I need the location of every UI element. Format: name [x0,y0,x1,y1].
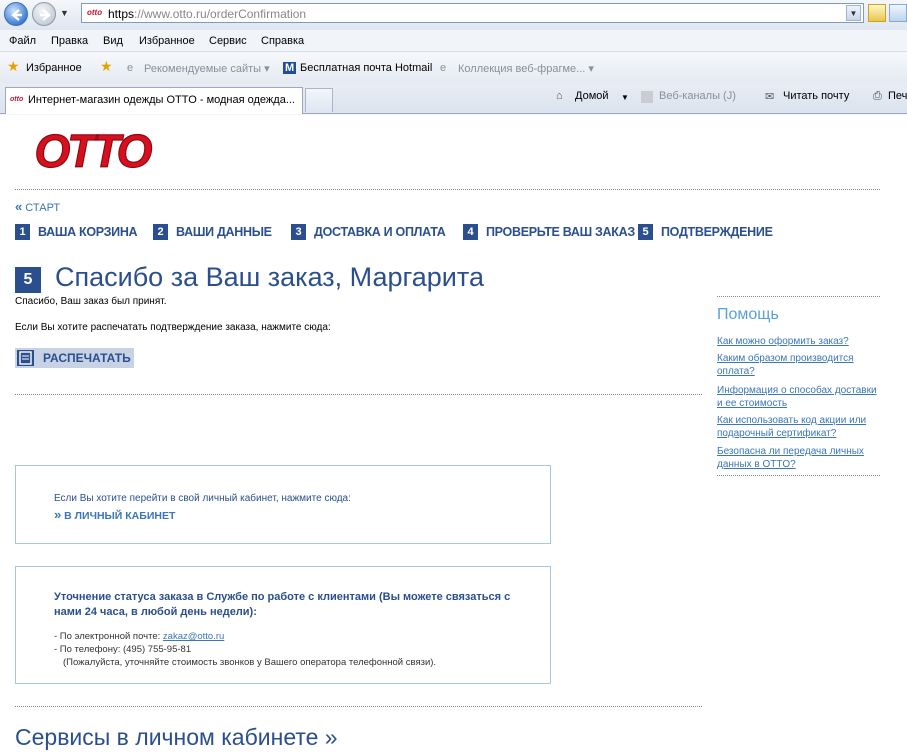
home-dropdown-icon[interactable]: ▼ [621,93,629,102]
printer-icon [17,350,34,366]
web-slice-icon: e [440,62,447,74]
help-link-how-to-order[interactable]: Как можно оформить заказ? [717,336,882,349]
email-contact: - По электронной почте: zakaz@otto.ru [54,631,225,642]
menu-file[interactable]: Файл [9,35,36,47]
address-bar-row: ▼ otto https://www.otto.ru/orderConfirma… [0,0,907,30]
tab-bar: otto Интернет-магазин одежды OTTO - модн… [0,83,907,114]
logo-wordmark: OTTO [35,125,153,177]
favorites-button[interactable]: Избранное [26,62,82,74]
cabinet-hint-text: Если Вы хотите перейти в свой личный каб… [54,493,351,504]
page-right-edge [898,115,907,752]
cabinet-link[interactable]: » В ЛИЧНЫЙ КАБИНЕТ [54,507,175,522]
refresh-button[interactable] [889,4,907,22]
feeds-button[interactable]: Веб-каналы (J) [659,90,736,102]
divider [15,394,702,395]
ie-icon: e [127,62,134,74]
favorites-star-icon: ★ [7,58,20,74]
home-icon: ⌂ [556,90,563,102]
tab-favicon-icon: otto [10,96,24,103]
menu-edit[interactable]: Правка [51,35,88,47]
help-link-data-security[interactable]: Безопасна ли передача личных данных в OT… [717,446,882,471]
step-cart[interactable]: 1 ВАША КОРЗИНА [15,224,138,240]
forward-button[interactable] [32,2,56,26]
order-accepted-text: Спасибо, Ваш заказ был принят. [15,296,167,307]
page-content: OTTO « СТАРТ 1 ВАША КОРЗИНА 2 ВАШИ ДАННЫЕ … [0,115,907,752]
print-button-label: РАСПЕЧАТАТЬ [43,351,131,365]
printer-icon: ⎙ [873,90,882,102]
menu-favorites[interactable]: Избранное [139,35,195,47]
menu-help[interactable]: Справка [261,35,304,47]
status-title: Уточнение статуса заказа в Службе по раб… [54,591,511,618]
hotmail-icon: M [283,62,297,74]
favorites-bar: ★ Избранное ★ e Рекомендуемые сайты ▾ M … [0,53,907,83]
divider [717,475,880,476]
add-favorite-icon[interactable]: ★ [100,58,113,75]
forward-arrow-icon [40,9,51,21]
rss-icon [641,91,653,103]
fav-web-slice-gallery[interactable]: Коллекция веб-фрагме... ▾ [458,62,594,75]
phone-contact: - По телефону: (495) 755-95-81 [54,644,192,655]
print-hint-text: Если Вы хотите распечатать подтверждение… [15,322,331,333]
history-dropdown-icon[interactable]: ▼ [60,8,69,18]
security-lock-icon[interactable] [868,4,886,22]
url-text: https://www.otto.ru/orderConfirmation [108,7,307,21]
otto-logo[interactable]: OTTO [25,123,159,178]
cabinet-box: Если Вы хотите перейти в свой личный каб… [15,465,551,544]
step-review-order[interactable]: 4 ПРОВЕРЬТЕ ВАШ ЗАКАЗ [463,224,635,240]
mail-icon: ✉ [765,91,775,103]
step-your-data[interactable]: 2 ВАШИ ДАННЫЕ [153,224,272,240]
fav-hotmail[interactable]: Бесплатная почта Hotmail [300,62,432,74]
back-arrow-icon [11,9,22,21]
divider [15,706,702,707]
divider [717,296,880,297]
start-link[interactable]: « СТАРТ [15,199,60,214]
url-dropdown-button[interactable]: ▼ [846,5,861,21]
current-step-badge: 5 [15,267,41,293]
print-command-button[interactable]: Печ [888,90,907,102]
site-favicon-icon: otto [87,8,103,17]
step-delivery-payment[interactable]: 3 ДОСТАВКА И ОПЛАТА [291,224,446,240]
menu-tools[interactable]: Сервис [209,35,247,47]
order-status-box: Уточнение статуса заказа в Службе по раб… [15,566,551,684]
services-title[interactable]: Сервисы в личном кабинете » [15,724,338,751]
help-link-promo-code[interactable]: Как использовать код акции или подарочны… [717,415,882,440]
home-button[interactable]: Домой [575,90,609,102]
tab-title: Интернет-магазин одежды OTTO - модная од… [28,94,295,106]
help-link-delivery[interactable]: Информация о способах доставки и ее стои… [717,385,882,410]
help-link-payment[interactable]: Каким образом производится оплата? [717,353,882,378]
page-title: Спасибо за Ваш заказ, Маргарита [55,262,484,292]
back-button[interactable] [4,2,28,26]
email-link[interactable]: zakaz@otto.ru [163,631,224,642]
menu-view[interactable]: Вид [103,35,123,47]
new-tab-button[interactable] [305,88,333,112]
url-field[interactable]: otto https://www.otto.ru/orderConfirmati… [81,3,864,23]
print-button[interactable]: РАСПЕЧАТАТЬ [15,348,134,368]
divider [15,189,880,190]
fav-suggested-sites[interactable]: Рекомендуемые сайты ▾ [144,62,270,75]
menu-bar: Файл Правка Вид Избранное Сервис Справка [0,30,907,52]
help-title: Помощь [717,306,779,323]
tab-active[interactable]: otto Интернет-магазин одежды OTTO - модн… [5,87,303,114]
read-mail-button[interactable]: Читать почту [783,90,849,102]
browser-chrome: ▼ otto https://www.otto.ru/orderConfirma… [0,0,907,115]
step-confirmation: 5 ПОДТВЕРЖДЕНИЕ [638,224,773,240]
phone-note: (Пожалуйста, уточняйте стоимость звонков… [63,657,437,668]
